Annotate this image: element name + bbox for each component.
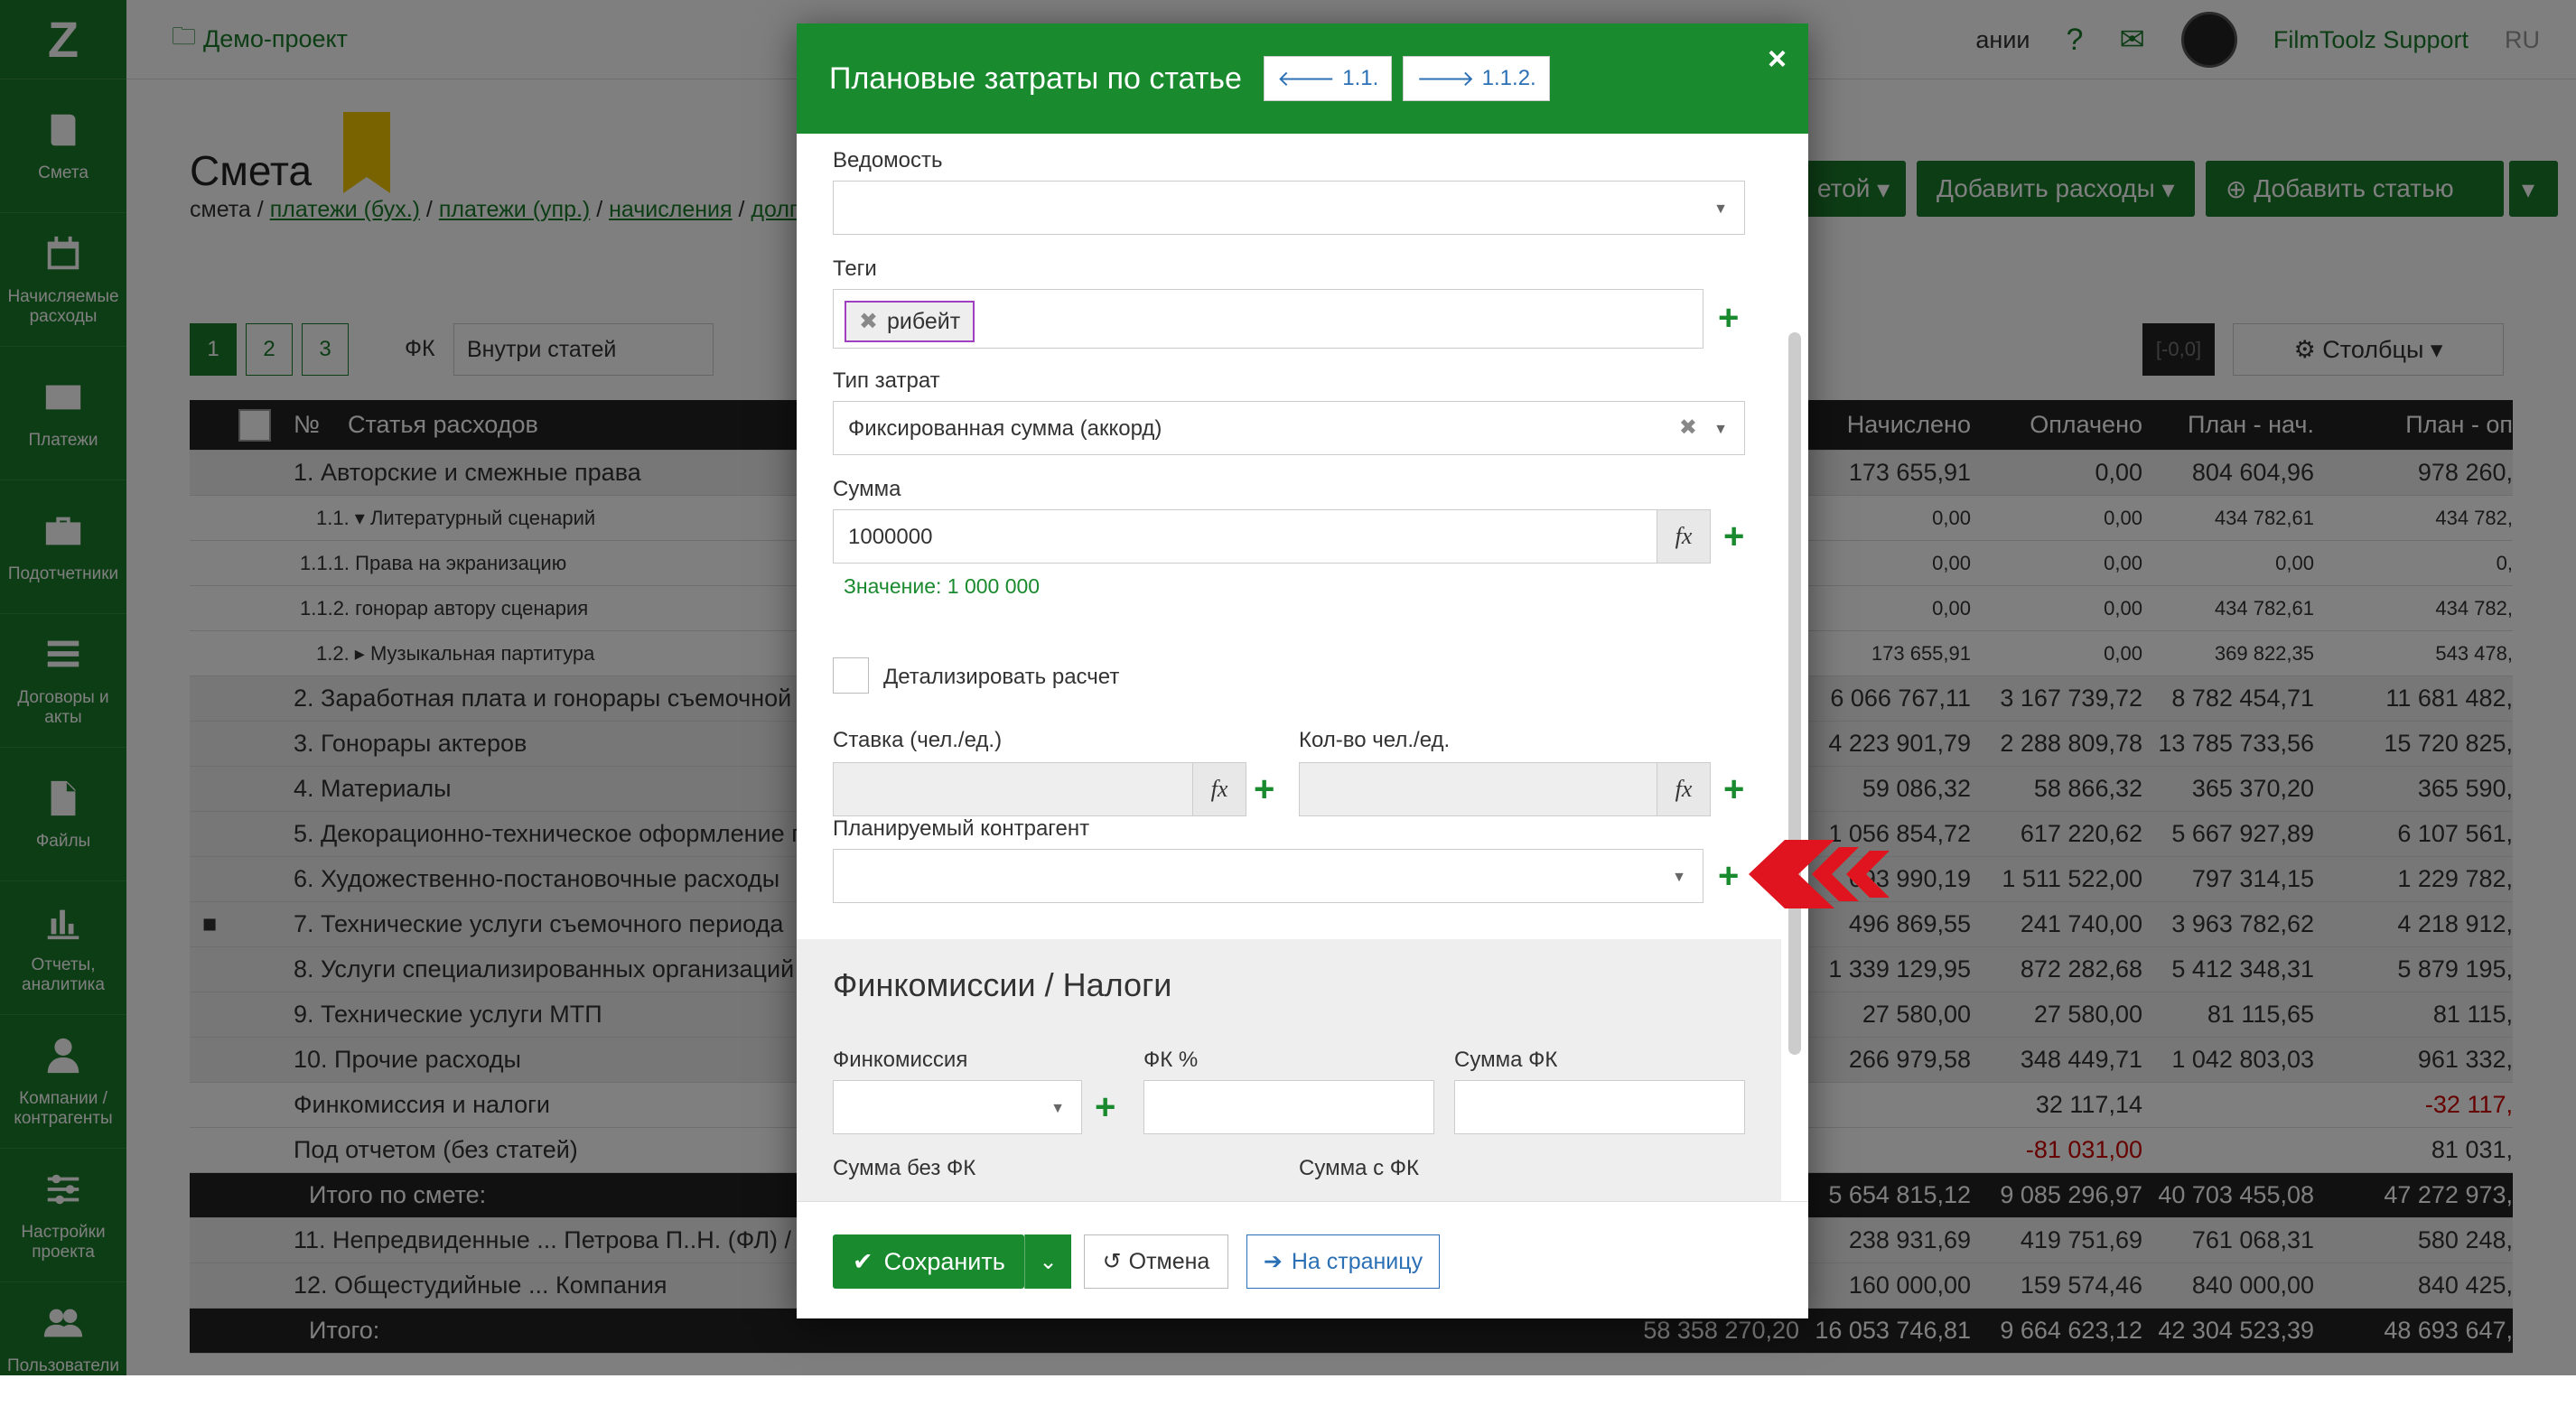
fincom-select[interactable]: ▼ [833,1080,1082,1134]
vedomost-label: Ведомость [833,148,943,172]
fincom-label: Финкомиссия [833,1048,968,1072]
arrow-right-icon: ➔ [1263,1249,1283,1274]
next-article-label: 1.1.2. [1481,66,1536,90]
add-contractor-icon[interactable]: + [1718,858,1739,894]
dialog-header: Плановые затраты по статье 🡐 1.1. 🡒 1.1.2.… [797,23,1808,134]
chevron-down-icon: ▼ [1713,422,1728,437]
chevron-down-icon: ▼ [1050,1101,1065,1116]
detail-label: Детализировать расчет [883,665,1120,689]
rate-formula-button[interactable]: fx [1192,762,1246,816]
undo-icon: ↺ [1102,1249,1122,1274]
to-page-button-label: На страницу [1291,1248,1423,1274]
check-icon: ✔ [853,1247,873,1275]
add-rate-icon[interactable]: + [1254,771,1274,807]
to-page-button[interactable]: ➔ На страницу [1246,1234,1440,1289]
fk-pct-input[interactable] [1143,1080,1434,1134]
save-button[interactable]: ✔ Сохранить [833,1234,1024,1289]
red-pointer-arrow-icon [1749,840,1890,908]
clear-icon[interactable]: ✖ [1679,415,1697,441]
dialog-title: Плановые затраты по статье [829,61,1242,96]
sum-value: 1000000 [848,525,933,549]
sum-with-fk-label: Сумма с ФК [1299,1156,1419,1180]
prev-article-label: 1.1. [1342,66,1379,90]
tag-chip: ✖ рибейт [845,301,975,342]
chevron-down-icon: ▼ [1713,201,1728,217]
remove-tag-icon[interactable]: ✖ [859,308,878,335]
formula-button[interactable]: fx [1657,509,1711,564]
cost-type-label: Тип затрат [833,368,940,393]
qty-formula-button[interactable]: fx [1657,762,1711,816]
add-fincom-icon[interactable]: + [1095,1089,1115,1125]
contractor-select[interactable]: ▼ [833,849,1703,903]
save-button-label: Сохранить [883,1247,1005,1275]
fk-sum-label: Сумма ФК [1454,1048,1558,1072]
cost-type-value: Фиксированная сумма (аккорд) [848,416,1162,441]
add-sum-icon[interactable]: + [1723,518,1744,554]
close-icon[interactable]: × [1768,40,1787,78]
tag-label: рибейт [886,308,961,334]
tags-input[interactable]: ✖ рибейт [833,289,1703,349]
section-title: Финкомиссии / Налоги [833,966,1172,1003]
sum-label: Сумма [833,477,901,501]
contractor-label: Планируемый контрагент [833,816,1090,841]
arrow-left-icon: 🡐 [1276,67,1336,91]
fk-pct-label: ФК % [1143,1048,1199,1072]
prev-article-button[interactable]: 🡐 1.1. [1263,56,1393,101]
sum-input[interactable]: 1000000 [833,509,1658,564]
cancel-button[interactable]: ↺ Отмена [1084,1234,1228,1289]
dialog-scrollbar[interactable] [1788,332,1801,1055]
qty-label: Кол-во чел./ед. [1299,728,1451,752]
qty-input[interactable] [1299,762,1660,816]
add-tag-icon[interactable]: + [1718,300,1739,336]
sum-hint: Значение: 1 000 000 [844,574,1041,598]
rate-label: Ставка (чел./ед.) [833,728,1003,752]
chevron-down-icon: ▼ [1672,870,1686,885]
arrow-right-icon: 🡒 [1416,67,1475,91]
fincom-section: Финкомиссии / Налоги Финкомиссия ▼ + ФК … [797,939,1781,1201]
sum-no-fk-label: Сумма без ФК [833,1156,976,1180]
save-dropdown-button[interactable]: ⌄ [1024,1234,1071,1289]
tags-label: Теги [833,256,877,281]
add-qty-icon[interactable]: + [1723,771,1744,807]
cost-type-select[interactable]: Фиксированная сумма (аккорд) ✖ ▼ [833,401,1745,455]
detail-checkbox[interactable] [833,657,869,694]
next-article-button[interactable]: 🡒 1.1.2. [1403,56,1550,101]
dialog-footer: ✔ Сохранить ⌄ ↺ Отмена ➔ На страницу [797,1201,1808,1318]
chevron-down-icon: ⌄ [1039,1249,1058,1274]
planned-costs-dialog: Плановые затраты по статье 🡐 1.1. 🡒 1.1.2.… [797,23,1808,1318]
rate-input[interactable] [833,762,1194,816]
vedomost-select[interactable]: ▼ [833,181,1745,235]
dialog-body: Ведомость ▼ Теги ✖ рибейт + Тип затрат Фи… [797,134,1808,1201]
cancel-button-label: Отмена [1128,1248,1210,1274]
fk-sum-input[interactable] [1454,1080,1745,1134]
